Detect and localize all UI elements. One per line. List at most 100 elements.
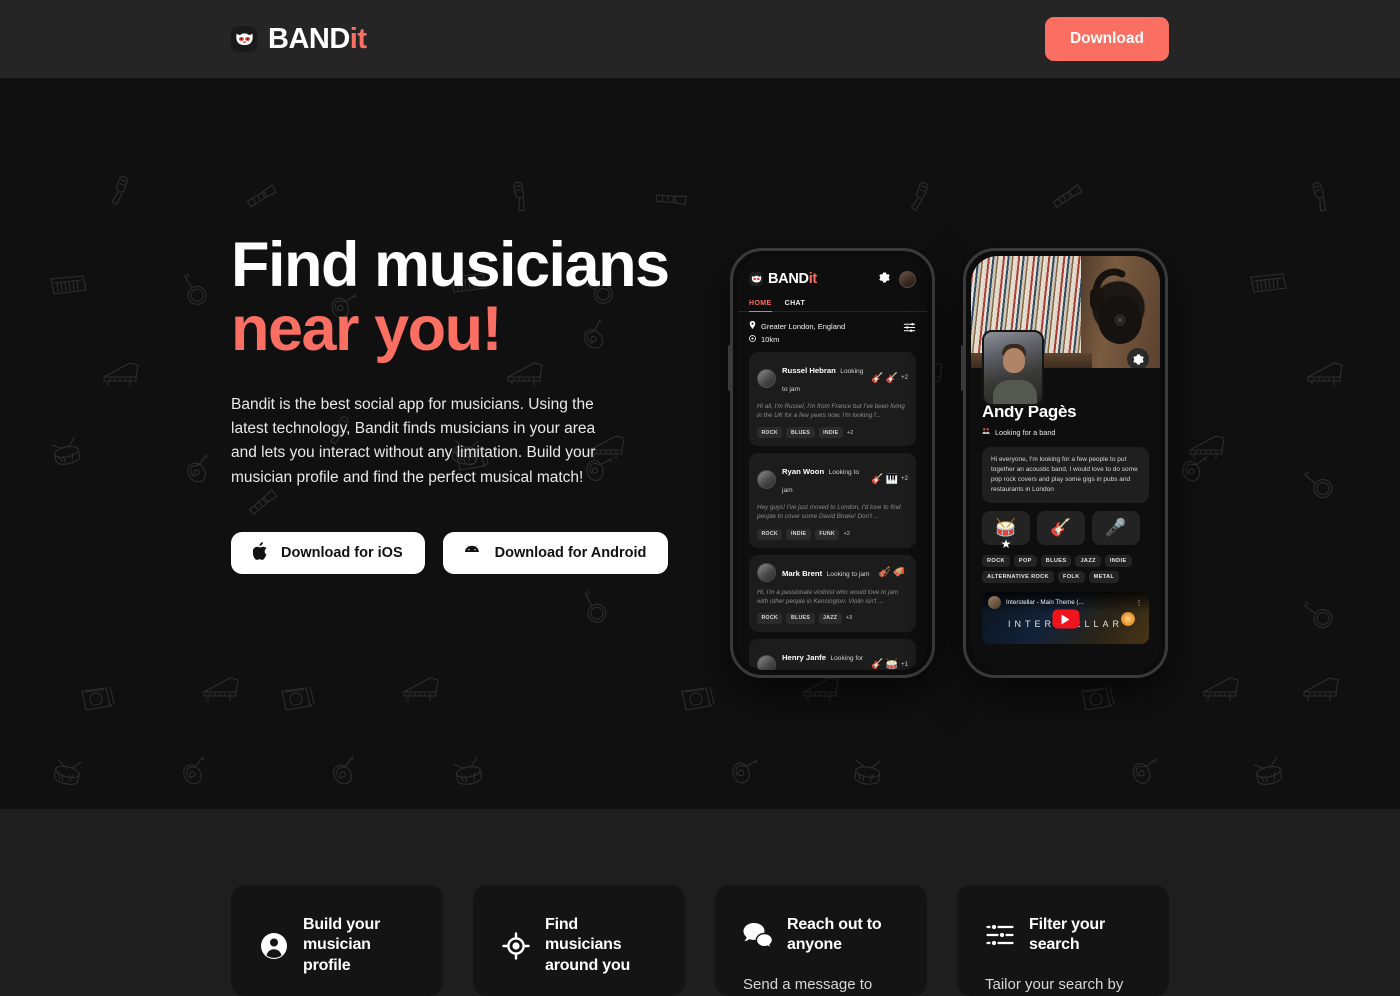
genre-tag: JAZZ [1075, 555, 1101, 568]
phone-mockups: BANDit HOME CHAT Greater London, England… [728, 248, 1168, 678]
card-tags: ROCK INDIE FUNK +2 [757, 528, 908, 540]
avatar [757, 655, 776, 670]
instrument-tile-primary[interactable]: 🥁 ★ [982, 511, 1030, 550]
phone-feed-screen: BANDit HOME CHAT Greater London, England… [738, 256, 927, 670]
raccoon-icon [231, 26, 257, 52]
brand-logo[interactable]: BANDit [231, 22, 367, 55]
more-options-icon[interactable]: ⋮ [1136, 599, 1144, 607]
genre-tag: BLUES [1040, 555, 1072, 568]
feature-card-filter: Filter your search Tailor your search by [957, 885, 1169, 996]
instrument-icons: 🎻 🪗 [878, 567, 908, 578]
profile-picture[interactable] [982, 330, 1044, 406]
download-ios-label: Download for iOS [281, 545, 403, 562]
download-button[interactable]: Download [1044, 17, 1169, 61]
genre-tag: ROCK [982, 555, 1010, 568]
brand-it: it [349, 22, 367, 55]
crosshair-location-icon [501, 932, 531, 960]
hero-copy: Find musicians near you! Bandit is the b… [231, 78, 701, 575]
video-channel-avatar [988, 596, 1001, 610]
genre-tag-more: +2 [846, 429, 854, 436]
feature-title: Reach out to anyone [787, 916, 882, 954]
brand-text: BANDit [268, 22, 367, 55]
instrument-more: +1 [901, 661, 908, 668]
app-logo: BANDit [749, 271, 817, 287]
genre-tag: INDIE [786, 528, 811, 540]
genre-tag: BLUES [786, 612, 815, 624]
feature-body: Tailor your search by [985, 975, 1124, 993]
genre-tag: JAZZ [818, 612, 842, 624]
card-name: Russel Hebran [782, 366, 836, 375]
feature-card-profile: Build your musician profile Create a pro… [231, 885, 443, 996]
radius-icon [749, 335, 756, 344]
band-icon [982, 427, 990, 437]
feed-card[interactable]: Russel Hebran Looking to jam 🎸 🎸 +2 Hi a… [749, 352, 916, 447]
instrument-icon: 🎻 [878, 566, 891, 578]
feature-card-geolocation: Find musicians around you Using geolocat… [473, 885, 685, 996]
feed-card[interactable]: Mark Brent Looking to jam 🎻 🪗 Hi, I'm a … [749, 554, 916, 632]
youtube-play-button[interactable] [1052, 609, 1079, 629]
filter-sliders-icon[interactable] [903, 321, 916, 339]
instrument-icon: 🎹 [885, 473, 899, 485]
download-android-button[interactable]: Download for Android [442, 532, 669, 575]
genre-tag: INDIE [1104, 555, 1132, 568]
card-bio: Hi all, I'm Russel, I'm from France but … [757, 403, 905, 420]
user-circle-icon [259, 932, 289, 960]
app-logo-it: it [808, 271, 818, 287]
feature-card-messaging: Reach out to anyone Send a message to an… [715, 885, 927, 996]
feature-title: Build your musician profile [303, 916, 381, 974]
gear-icon[interactable] [879, 270, 890, 288]
instrument-icons: 🎸 🎸 +2 [871, 373, 908, 384]
feed-header: BANDit HOME CHAT [738, 256, 927, 312]
phone-profile-screen: Andy Pagès Looking for a band Hi everyon… [971, 256, 1160, 670]
instrument-icon: 🎸 [871, 473, 884, 485]
genre-tag: BLUES [786, 427, 815, 439]
instrument-icon: 🎸 [885, 372, 899, 384]
avatar [757, 469, 776, 489]
card-status: Looking to jam [826, 571, 870, 578]
instrument-tiles: 🥁 ★ 🎸 🎤 [982, 511, 1149, 550]
feature-body: Send a message to any [743, 975, 873, 993]
hero-cta-group: Download for iOS Download for Android [231, 532, 701, 575]
genre-tag: INDIE [818, 427, 843, 439]
location-bar: Greater London, England 10km [738, 312, 927, 352]
hero-title-line2: near you! [231, 294, 503, 365]
feed-list[interactable]: Russel Hebran Looking to jam 🎸 🎸 +2 Hi a… [738, 352, 927, 670]
chat-bubbles-icon [743, 922, 773, 949]
profile-body: Andy Pagès Looking for a band Hi everyon… [971, 368, 1160, 645]
instrument-icons: 🎸 🥁 +1 [871, 659, 908, 670]
tab-home[interactable]: HOME [749, 300, 772, 312]
genre-tag: ALTERNATIVE ROCK [982, 571, 1054, 584]
tab-chat[interactable]: CHAT [785, 300, 806, 312]
feed-card[interactable]: Ryan Woon Looking to jam 🎸 🎹 +2 Hey guys… [749, 453, 916, 548]
phone-mockup-profile: Andy Pagès Looking for a band Hi everyon… [961, 248, 1168, 678]
avatar[interactable] [899, 270, 916, 288]
hero-description: Bandit is the best social app for musici… [231, 395, 596, 486]
features-section: Build your musician profile Create a pro… [0, 809, 1400, 996]
card-name: Ryan Woon [782, 467, 825, 477]
profile-bio: Hi everyone, I'm looking for a few peopl… [982, 447, 1149, 504]
raccoon-icon-small [749, 272, 763, 286]
instrument-more: +2 [901, 476, 908, 483]
radius-row: 10km [749, 335, 845, 344]
instrument-tile[interactable]: 🎤 [1092, 511, 1140, 546]
card-name: Mark Brent [782, 569, 823, 578]
location-text: Greater London, England [761, 321, 846, 331]
gear-icon[interactable] [1127, 348, 1149, 368]
feature-title: Filter your search [1029, 916, 1106, 954]
instrument-tile[interactable]: 🎸 [1037, 511, 1085, 546]
genre-tag: ROCK [757, 528, 783, 540]
download-ios-button[interactable]: Download for iOS [231, 532, 425, 575]
instrument-icon: 🎸 [871, 372, 884, 384]
genre-tag: ROCK [757, 612, 783, 624]
star-icon: ★ [1000, 537, 1012, 552]
avatar-body [993, 380, 1037, 404]
video-title: Interstellar - Main Theme (... [1006, 599, 1084, 607]
genre-tag: FUNK [814, 528, 840, 540]
instrument-icons: 🎸 🎹 +2 [871, 474, 908, 485]
microphone-icon: 🎤 [1105, 518, 1127, 538]
video-embed[interactable]: Interstellar - Main Theme (... ⋮ INTERST… [982, 592, 1149, 645]
instrument-more: +2 [901, 375, 908, 381]
feed-card[interactable]: Henry Janfe Looking for a band 🎸 🥁 +1 He… [749, 638, 916, 670]
genre-tag: POP [1013, 555, 1037, 568]
avatar-head [1003, 348, 1025, 373]
